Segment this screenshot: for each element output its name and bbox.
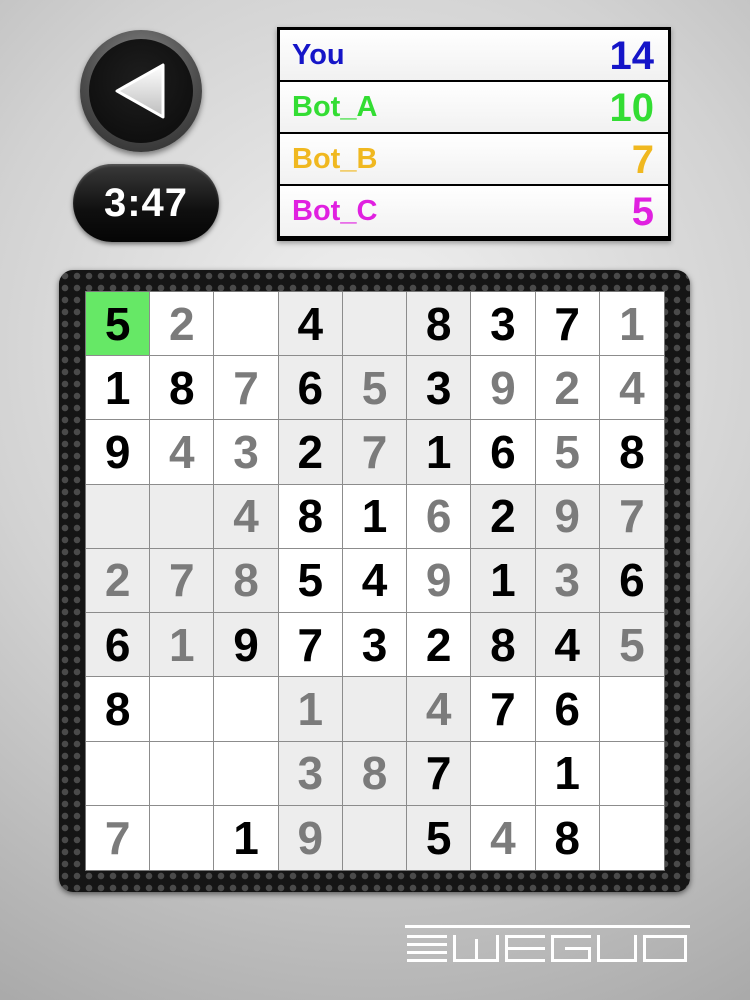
back-button[interactable]: [80, 30, 202, 152]
scoreboard: You 14 Bot_A 10 Bot_B 7 Bot_C 5: [277, 27, 671, 241]
game-timer: 3:47: [73, 164, 219, 242]
sudoku-cell-r4c5[interactable]: 1: [342, 484, 408, 549]
sudoku-cell-r8c8[interactable]: 1: [535, 741, 600, 806]
sudoku-cell-r9c7[interactable]: 4: [471, 805, 536, 870]
sudoku-cell-r8c4[interactable]: 3: [278, 741, 343, 806]
sudoku-cell-r1c4[interactable]: 4: [278, 292, 343, 357]
sudoku-cell-r6c1[interactable]: 6: [86, 613, 151, 678]
sudoku-cell-r1c3[interactable]: [214, 292, 279, 357]
sudoku-cell-r2c2[interactable]: 8: [150, 356, 215, 421]
sudoku-cell-r3c9[interactable]: 8: [599, 420, 664, 485]
ewego-logo: [405, 925, 690, 962]
sudoku-cell-r3c2[interactable]: 4: [150, 420, 215, 485]
sudoku-cell-r4c1[interactable]: [86, 484, 151, 549]
score-row: Bot_A 10: [280, 82, 668, 132]
player-name: Bot_C: [292, 195, 378, 227]
sudoku-cell-r2c3[interactable]: 7: [214, 356, 279, 421]
score-row: Bot_B 7: [280, 134, 668, 184]
sudoku-cell-r5c3[interactable]: 8: [214, 548, 279, 614]
sudoku-cell-r5c4[interactable]: 5: [278, 548, 343, 614]
sudoku-cell-r5c5[interactable]: 4: [342, 548, 408, 614]
player-score: 14: [609, 34, 655, 78]
sudoku-cell-r7c9[interactable]: [599, 677, 664, 742]
sudoku-cell-r2c5[interactable]: 5: [342, 356, 408, 421]
sudoku-cell-r9c6[interactable]: 5: [407, 805, 472, 870]
sudoku-cell-r5c6[interactable]: 9: [407, 548, 472, 614]
sudoku-cell-r3c5[interactable]: 7: [342, 420, 408, 485]
sudoku-cell-r6c3[interactable]: 9: [214, 613, 279, 678]
sudoku-cell-r7c3[interactable]: [214, 677, 279, 742]
sudoku-cell-r4c2[interactable]: [150, 484, 215, 549]
sudoku-cell-r6c6[interactable]: 2: [407, 613, 472, 678]
sudoku-cell-r4c9[interactable]: 7: [599, 484, 664, 549]
player-score: 10: [609, 86, 655, 130]
player-name: Bot_B: [292, 143, 378, 175]
sudoku-cell-r7c6[interactable]: 4: [407, 677, 472, 742]
sudoku-cell-r2c4[interactable]: 6: [278, 356, 343, 421]
sudoku-cell-r4c3[interactable]: 4: [214, 484, 279, 549]
sudoku-cell-r3c3[interactable]: 3: [214, 420, 279, 485]
sudoku-cell-r7c5[interactable]: [342, 677, 408, 742]
sudoku-cell-r1c8[interactable]: 7: [535, 292, 600, 357]
sudoku-cell-r9c2[interactable]: [150, 805, 215, 870]
sudoku-cell-r2c9[interactable]: 4: [599, 356, 664, 421]
sudoku-cell-r3c1[interactable]: 9: [86, 420, 151, 485]
sudoku-cell-r3c4[interactable]: 2: [278, 420, 343, 485]
sudoku-cell-r7c4[interactable]: 1: [278, 677, 343, 742]
sudoku-cell-r2c8[interactable]: 2: [535, 356, 600, 421]
sudoku-cell-r8c6[interactable]: 7: [407, 741, 472, 806]
sudoku-cell-r5c1[interactable]: 2: [86, 548, 151, 614]
sudoku-cell-r7c7[interactable]: 7: [471, 677, 536, 742]
sudoku-cell-r1c6[interactable]: 8: [407, 292, 472, 357]
sudoku-cell-r9c9[interactable]: [600, 806, 664, 870]
sudoku-cell-r6c5[interactable]: 3: [342, 613, 408, 678]
sudoku-cell-r6c4[interactable]: 7: [278, 613, 343, 678]
sudoku-cell-r9c8[interactable]: 8: [536, 805, 600, 870]
sudoku-cell-r7c1[interactable]: 8: [86, 677, 151, 742]
score-row: Bot_C 5: [280, 186, 668, 236]
player-name: You: [292, 39, 345, 71]
sudoku-cell-r9c5[interactable]: [342, 805, 408, 870]
sudoku-cell-r2c6[interactable]: 3: [407, 356, 472, 421]
sudoku-cell-r3c8[interactable]: 5: [535, 420, 600, 485]
sudoku-cell-r8c3[interactable]: [214, 741, 279, 806]
sudoku-cell-r1c2[interactable]: 2: [150, 292, 215, 357]
sudoku-cell-r5c7[interactable]: 1: [471, 548, 536, 614]
sudoku-cell-r4c8[interactable]: 9: [535, 484, 600, 549]
sudoku-cell-r3c7[interactable]: 6: [471, 420, 536, 485]
score-row: You 14: [280, 30, 668, 80]
sudoku-cell-r2c1[interactable]: 1: [86, 356, 151, 421]
sudoku-cell-r8c5[interactable]: 8: [342, 741, 408, 806]
sudoku-cell-r1c7[interactable]: 3: [471, 292, 536, 357]
sudoku-grid: 5248371187653924943271658481629727854913…: [85, 291, 665, 871]
sudoku-cell-r1c9[interactable]: 1: [599, 292, 664, 357]
sudoku-cell-r4c7[interactable]: 2: [471, 484, 536, 549]
sudoku-cell-r5c8[interactable]: 3: [535, 548, 600, 614]
back-arrow-icon: [115, 63, 165, 119]
sudoku-cell-r8c2[interactable]: [150, 741, 215, 806]
sudoku-cell-r6c7[interactable]: 8: [471, 613, 536, 678]
sudoku-cell-r9c3[interactable]: 1: [214, 805, 279, 870]
sudoku-cell-r1c5[interactable]: [342, 292, 408, 357]
sudoku-cell-r7c8[interactable]: 6: [535, 677, 600, 742]
sudoku-cell-r5c9[interactable]: 6: [599, 548, 664, 614]
sudoku-cell-r2c7[interactable]: 9: [471, 356, 536, 421]
sudoku-cell-r6c9[interactable]: 5: [599, 613, 664, 678]
player-score: 5: [631, 190, 654, 234]
sudoku-cell-r8c1[interactable]: [86, 741, 151, 806]
sudoku-cell-r8c9[interactable]: [599, 742, 664, 806]
sudoku-cell-r9c4[interactable]: 9: [278, 805, 343, 870]
sudoku-cell-r6c8[interactable]: 4: [535, 613, 600, 678]
sudoku-cell-r8c7[interactable]: [471, 741, 536, 806]
sudoku-cell-r7c2[interactable]: [150, 677, 215, 742]
player-name: Bot_A: [292, 91, 378, 123]
player-score: 7: [631, 138, 654, 182]
sudoku-cell-r5c2[interactable]: 7: [150, 548, 215, 614]
sudoku-cell-r6c2[interactable]: 1: [150, 613, 215, 678]
sudoku-cell-r3c6[interactable]: 1: [407, 420, 472, 485]
sudoku-cell-r4c6[interactable]: 6: [407, 484, 472, 549]
sudoku-cell-r9c1[interactable]: 7: [86, 805, 151, 870]
sudoku-cell-r1c1[interactable]: 5: [86, 292, 151, 357]
sudoku-cell-r4c4[interactable]: 8: [278, 484, 343, 549]
